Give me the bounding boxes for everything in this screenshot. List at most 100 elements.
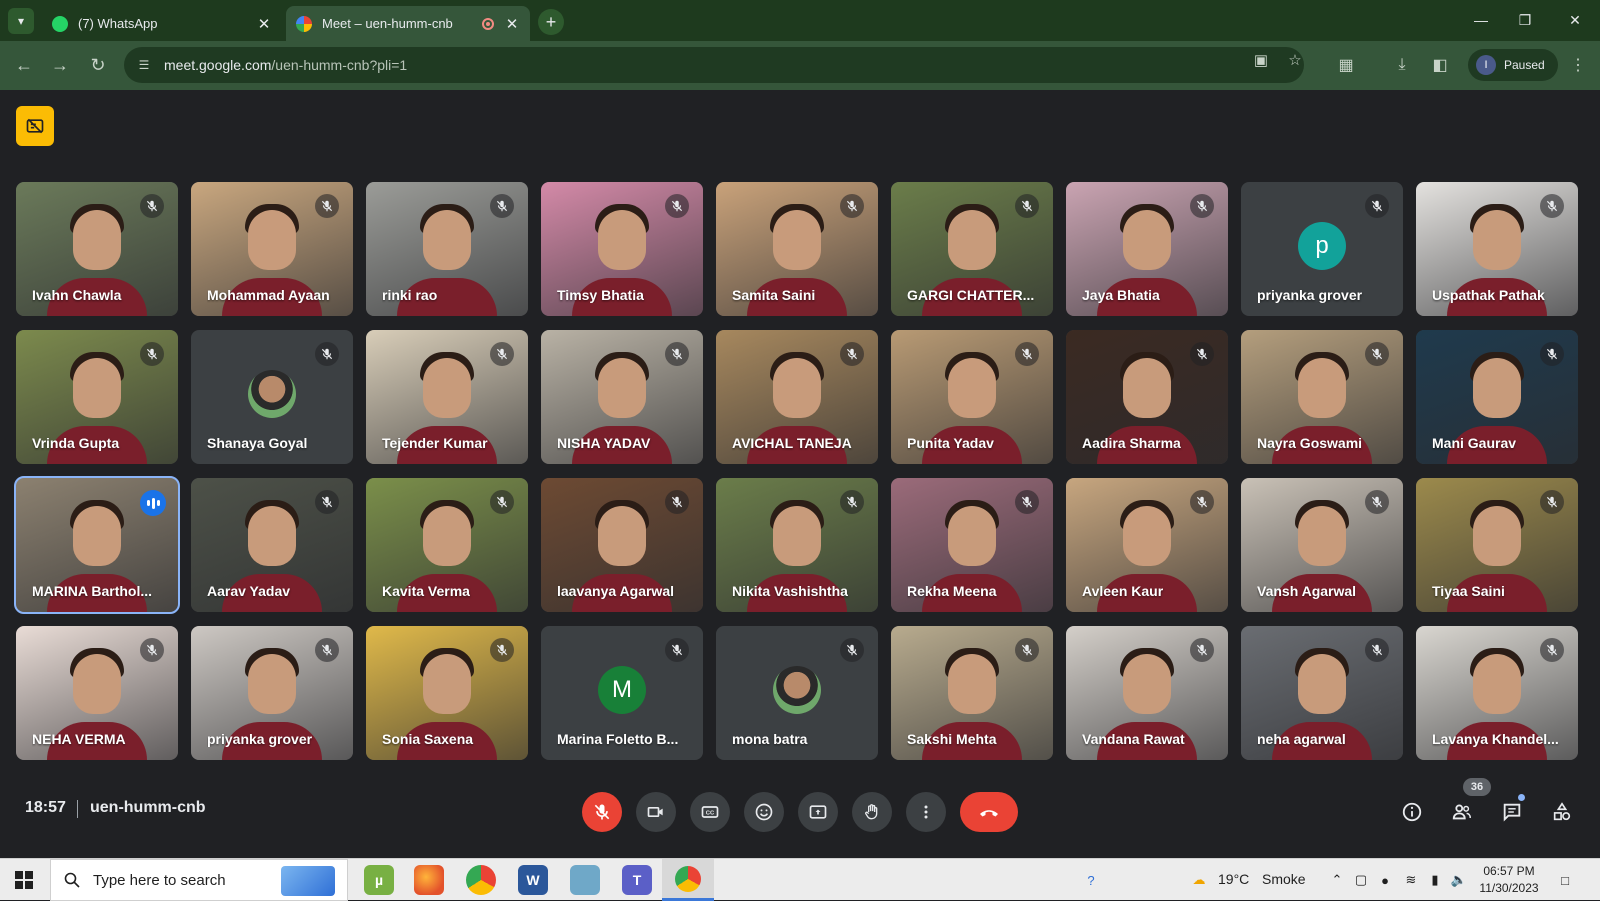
tab-whatsapp[interactable]: (7) WhatsApp ✕ [42,6,282,41]
volume-icon[interactable]: 🔈 [1450,871,1468,889]
side-panel-icon[interactable]: ◧ [1426,51,1454,79]
device-icon[interactable]: ▢ [1352,871,1370,889]
tab-meet[interactable]: Meet – uen-humm-cnb ✕ [286,6,530,41]
participant-tile[interactable]: Lavanya Khandel... [1416,626,1578,760]
utorrent-icon[interactable]: µ [364,865,394,895]
kebab-icon[interactable]: ⋮ [1566,53,1590,77]
participant-tile[interactable]: Sonia Saxena [366,626,528,760]
captions-button[interactable]: CC [690,792,730,832]
participant-tile[interactable]: Rekha Meena [891,478,1053,612]
participant-name: Sonia Saxena [382,731,474,747]
wifi-icon[interactable]: ≋ [1402,871,1420,889]
star-icon[interactable]: ☆ [1284,49,1306,71]
meeting-info-button[interactable] [1398,798,1426,826]
recording-badge[interactable] [16,106,54,146]
participant-tile[interactable]: laavanya Agarwal [541,478,703,612]
reactions-button[interactable] [744,792,784,832]
battery-icon[interactable]: ▮ [1426,871,1444,889]
minimize-icon[interactable]: — [1466,8,1496,32]
chevron-down-icon[interactable]: ▾ [8,8,34,34]
participant-tile[interactable]: priyanka grover [191,626,353,760]
participant-tile[interactable]: Shanaya Goyal [191,330,353,464]
participant-tile[interactable]: Mohammad Ayaan [191,182,353,316]
participant-tile[interactable]: M Marina Foletto B... [541,626,703,760]
windows-start-icon[interactable] [0,859,48,901]
participant-tile[interactable]: Punita Yadav [891,330,1053,464]
weather-desc[interactable]: Smoke [1262,871,1306,887]
taskbar-search[interactable]: Type here to search [50,859,348,901]
end-call-button[interactable] [960,792,1018,832]
participant-tile[interactable]: Vandana Rawat [1066,626,1228,760]
participant-tile[interactable]: Nikita Vashishtha [716,478,878,612]
participant-tile[interactable]: Ivahn Chawla [16,182,178,316]
participant-tile[interactable]: MARINA Barthol... [14,476,180,614]
arrow-left-icon[interactable]: ← [10,51,38,79]
chrome-icon[interactable] [466,865,496,895]
participant-tile[interactable]: Aarav Yadav [191,478,353,612]
firefox-icon[interactable] [414,865,444,895]
participant-name: Vandana Rawat [1082,731,1185,747]
arrow-right-icon[interactable]: → [46,51,74,79]
participant-tile[interactable]: Mani Gaurav [1416,330,1578,464]
participant-tile[interactable]: rinki rao [366,182,528,316]
reload-icon[interactable]: ↻ [84,51,112,79]
participant-tile[interactable]: Vansh Agarwal [1241,478,1403,612]
teams-icon[interactable]: T [622,865,652,895]
raise-hand-button[interactable] [852,792,892,832]
participant-tile[interactable]: GARGI CHATTER... [891,182,1053,316]
chat-button[interactable] [1498,798,1526,826]
present-button[interactable] [798,792,838,832]
window-close-icon[interactable]: ✕ [1560,8,1590,32]
participant-tile[interactable]: NEHA VERMA [16,626,178,760]
participant-tile[interactable]: neha agarwal [1241,626,1403,760]
close-icon[interactable]: ✕ [504,15,520,33]
participant-figure [73,654,121,714]
participant-name: MARINA Barthol... [32,583,153,599]
mic-off-icon [840,638,864,662]
participant-tile[interactable]: Aadira Sharma [1066,330,1228,464]
meeting-clock: 18:57 [25,799,66,816]
participant-tile[interactable]: NISHA YADAV [541,330,703,464]
close-icon[interactable]: ✕ [256,15,272,33]
notifications-icon[interactable]: □ [1556,871,1574,889]
participant-figure [773,506,821,566]
people-button[interactable] [1448,798,1476,826]
participant-tile[interactable]: Vrinda Gupta [16,330,178,464]
mic-icon[interactable]: ● [1376,871,1394,889]
profile-button[interactable]: I Paused [1468,49,1558,81]
address-bar[interactable]: ☰ meet.google.com/uen-humm-cnb?pli=1 [124,47,1304,83]
camera-button[interactable] [636,792,676,832]
camera-icon[interactable]: ▣ [1250,49,1272,71]
notepad-icon[interactable] [570,865,600,895]
participant-tile[interactable]: Sakshi Mehta [891,626,1053,760]
help-icon[interactable]: ? [1082,871,1100,889]
download-icon[interactable]: ⤓ [1388,51,1416,79]
restore-icon[interactable]: ❐ [1510,8,1540,32]
participant-tile[interactable]: Tejender Kumar [366,330,528,464]
word-icon[interactable]: W [518,865,548,895]
system-clock[interactable]: 06:57 PM 11/30/2023 [1474,863,1544,897]
participant-tile[interactable]: Avleen Kaur [1066,478,1228,612]
puzzle-icon[interactable]: ▦ [1332,51,1360,79]
new-tab-button[interactable]: + [538,9,564,35]
chevron-up-icon[interactable]: ⌃ [1328,871,1346,889]
participant-tile[interactable]: mona batra [716,626,878,760]
participant-tile[interactable]: AVICHAL TANEJA [716,330,878,464]
url-text[interactable]: meet.google.com/uen-humm-cnb?pli=1 [164,57,1304,73]
weather-temp[interactable]: 19°C [1218,871,1249,887]
tune-icon[interactable]: ☰ [136,57,152,73]
participant-tile[interactable]: p priyanka grover [1241,182,1403,316]
mic-off-icon [1190,490,1214,514]
participant-tile[interactable]: Tiyaa Saini [1416,478,1578,612]
participant-tile[interactable]: Jaya Bhatia [1066,182,1228,316]
chrome-active-icon[interactable] [662,859,714,901]
activities-button[interactable] [1548,798,1576,826]
more-options-button[interactable] [906,792,946,832]
weather-icon[interactable]: ☁ [1190,871,1208,889]
participant-tile[interactable]: Timsy Bhatia [541,182,703,316]
participant-tile[interactable]: Nayra Goswami [1241,330,1403,464]
mic-off-button[interactable] [582,792,622,832]
participant-tile[interactable]: Uspathak Pathak [1416,182,1578,316]
participant-tile[interactable]: Kavita Verma [366,478,528,612]
participant-tile[interactable]: Samita Saini [716,182,878,316]
